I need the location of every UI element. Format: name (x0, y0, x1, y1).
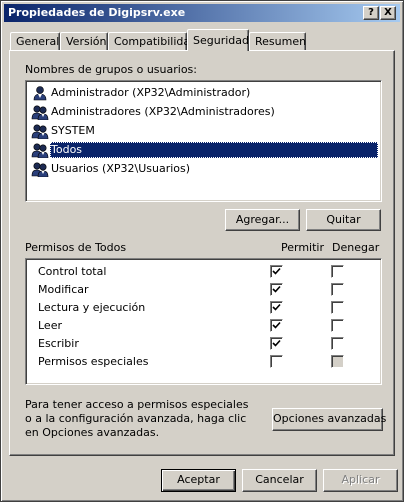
tab-general[interactable]: General (10, 32, 60, 51)
list-item-label: Todos (50, 142, 378, 158)
deny-checkbox[interactable] (331, 301, 344, 314)
deny-checkbox-disabled (331, 355, 344, 368)
remove-button[interactable]: Quitar (306, 209, 381, 231)
list-item-label: Administrador (XP32\Administrador) (51, 86, 251, 99)
user-icon (31, 85, 49, 101)
permission-row: Escribir (34, 335, 374, 353)
advanced-text-line3: en Opciones avanzadas. (25, 426, 160, 439)
advanced-options-button[interactable]: Opciones avanzadas (272, 408, 386, 431)
advanced-text-line2: o a la configuración avanzada, haga clic (25, 412, 247, 425)
ok-button[interactable]: Aceptar (161, 469, 236, 492)
permission-row: Modificar (34, 281, 374, 299)
users-group-icon (31, 142, 49, 159)
users-group-icon (31, 161, 49, 178)
tab-resumen[interactable]: Resumen (249, 32, 306, 51)
permission-name: Escribir (38, 337, 79, 350)
permissions-label: Permisos de Todos (25, 241, 127, 254)
list-item[interactable]: Administradores (XP32\Administradores) (29, 103, 378, 121)
deny-checkbox[interactable] (331, 319, 344, 332)
users-group-icon (31, 123, 49, 140)
security-panel: Nombres de grupos o usuarios: Administra… (9, 50, 395, 456)
permission-row: Lectura y ejecución (34, 299, 374, 317)
allow-checkbox[interactable] (270, 355, 283, 368)
list-item[interactable]: Usuarios (XP32\Usuarios) (29, 160, 378, 178)
list-item-label: Administradores (XP32\Administradores) (51, 105, 275, 118)
allow-checkbox[interactable] (270, 265, 283, 278)
add-button[interactable]: Agregar... (225, 209, 300, 231)
allow-checkbox[interactable] (270, 283, 283, 296)
cancel-button[interactable]: Cancelar (242, 469, 317, 492)
deny-checkbox[interactable] (331, 337, 344, 350)
properties-window: Propiedades de Digipsrv.exe ? X General … (0, 0, 404, 502)
list-item-label: SYSTEM (51, 124, 95, 137)
list-item[interactable]: SYSTEM (29, 122, 378, 140)
groups-listbox[interactable]: Administrador (XP32\Administrador) Admin… (25, 80, 382, 202)
deny-checkbox[interactable] (331, 283, 344, 296)
advanced-text-line1: Para tener acceso a permisos especiales (25, 398, 249, 411)
tab-seguridad[interactable]: Seguridad (187, 29, 249, 51)
allow-checkbox[interactable] (270, 319, 283, 332)
permission-name: Permisos especiales (38, 355, 149, 368)
allow-column-header: Permitir (281, 241, 325, 254)
permission-row: Permisos especiales (34, 353, 374, 371)
tab-compatibilidad[interactable]: Compatibilidad (108, 32, 197, 51)
permission-name: Control total (38, 265, 107, 278)
deny-checkbox[interactable] (331, 265, 344, 278)
list-item[interactable]: Administrador (XP32\Administrador) (29, 84, 378, 102)
allow-checkbox[interactable] (270, 337, 283, 350)
permission-name: Lectura y ejecución (38, 301, 146, 314)
users-group-icon (31, 104, 49, 121)
close-button[interactable]: X (380, 6, 396, 20)
window-title: Propiedades de Digipsrv.exe (8, 6, 186, 19)
list-item-label: Usuarios (XP32\Usuarios) (51, 162, 191, 175)
list-item-selected[interactable]: Todos (29, 141, 378, 159)
permission-name: Leer (38, 319, 62, 332)
tab-version[interactable]: Versión (60, 32, 108, 51)
apply-button[interactable]: Aplicar (323, 469, 398, 492)
deny-column-header: Denegar (332, 241, 380, 254)
allow-checkbox[interactable] (270, 301, 283, 314)
title-bar[interactable]: Propiedades de Digipsrv.exe ? X (4, 4, 400, 22)
help-button[interactable]: ? (363, 6, 379, 20)
groups-label: Nombres de grupos o usuarios: (25, 63, 197, 76)
permissions-list: Control total Modificar Lectura y ejecuc… (25, 258, 382, 385)
permission-row: Control total (34, 263, 374, 281)
permission-name: Modificar (38, 283, 89, 296)
permission-row: Leer (34, 317, 374, 335)
